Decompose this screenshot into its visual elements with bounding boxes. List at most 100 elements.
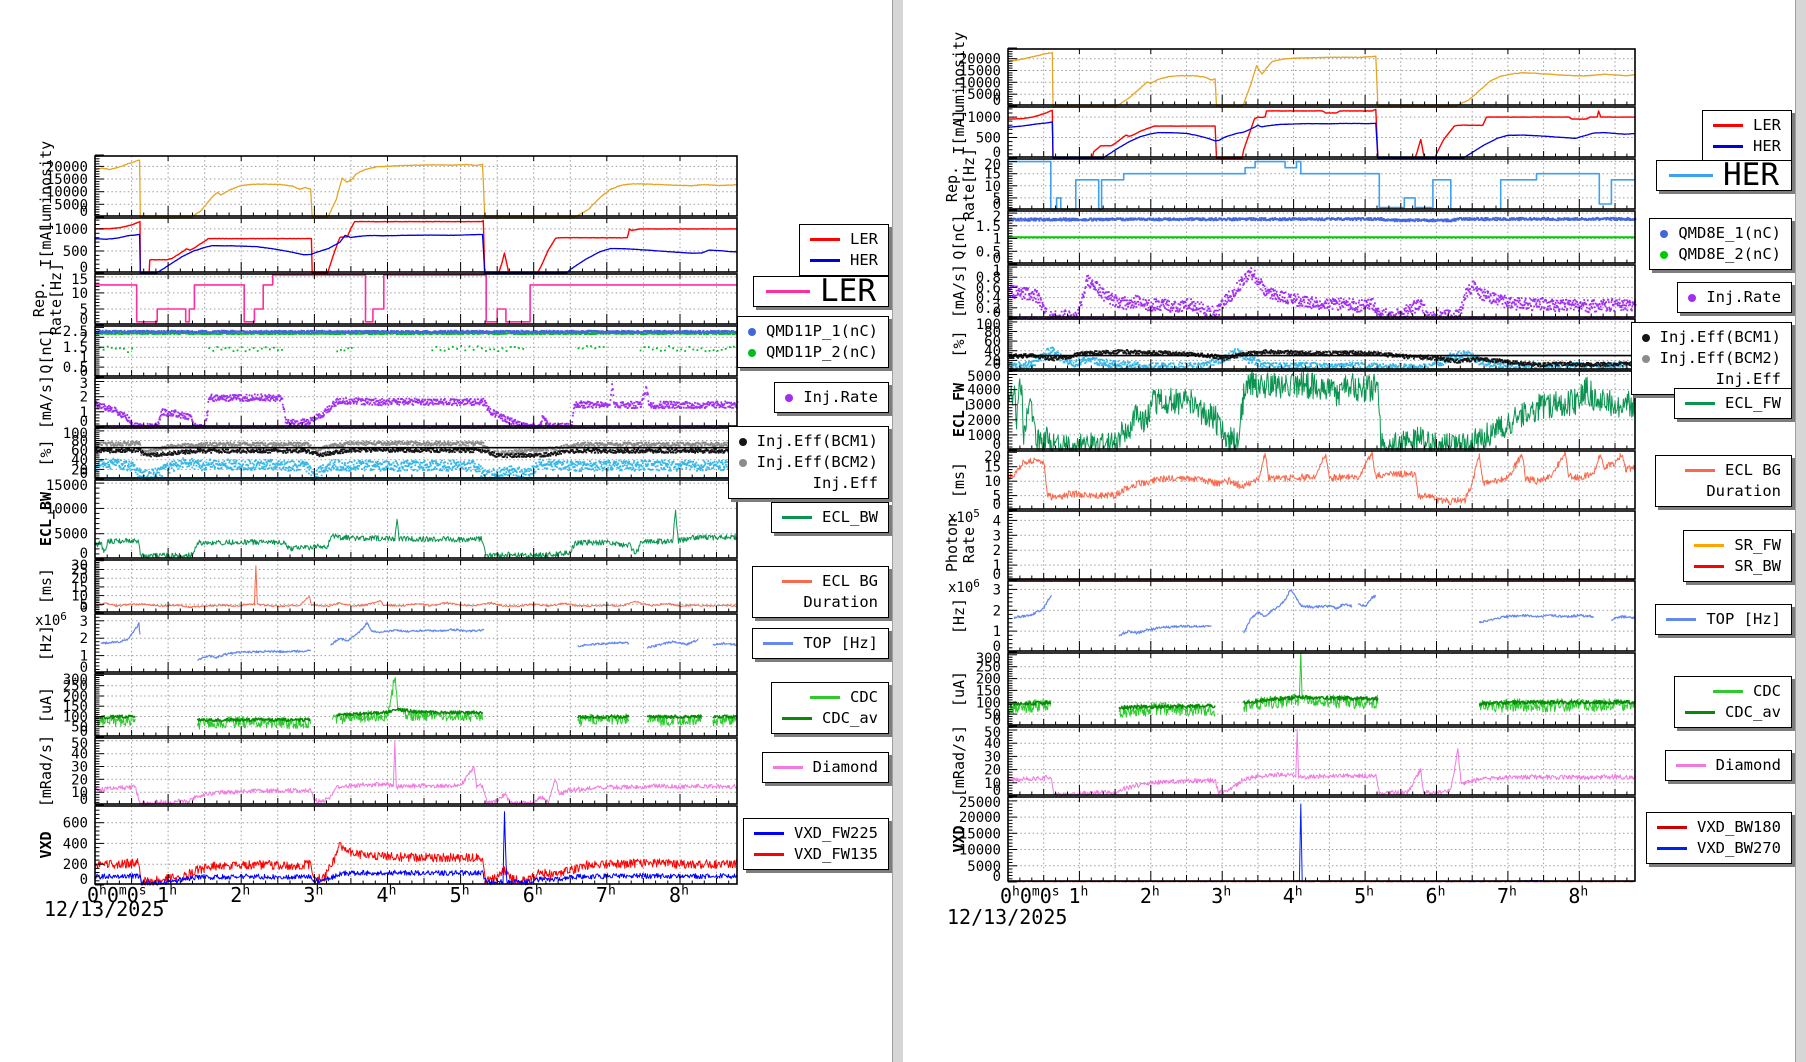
legend-line-marker	[754, 832, 784, 835]
svg-text:600: 600	[63, 816, 88, 832]
legend-line-marker	[782, 516, 812, 519]
svg-text:2: 2	[993, 543, 1001, 559]
legend-injrate: Inj.Rate	[774, 382, 889, 413]
legend-label: LER	[820, 281, 876, 302]
legend-entry: Inj.Eff(BCM1)	[739, 431, 878, 452]
legend-cdc: CDCCDC_av	[1674, 676, 1792, 728]
svg-text:I[mA]: I[mA]	[950, 109, 968, 154]
x-axis-tick-label: 5h	[450, 883, 470, 907]
x-axis-tick-label: 0h0m0s	[1000, 884, 1060, 908]
legend-label: Diamond	[1716, 755, 1781, 776]
svg-text:[Hz]: [Hz]	[950, 598, 968, 634]
svg-text:Rate: Rate	[960, 527, 978, 563]
legend-line-marker	[773, 766, 803, 769]
x-axis-tick-label: 7h	[1497, 884, 1517, 908]
plot-cdc: 050100150200250300[uA]	[944, 652, 1640, 729]
legend-dot-marker	[1660, 230, 1668, 238]
legend-entry: Inj.Eff(BCM2)	[739, 452, 878, 473]
legend-entry: SR_BW	[1694, 556, 1781, 577]
svg-text:1000: 1000	[967, 110, 1001, 126]
legend-top: TOP [Hz]	[752, 628, 889, 659]
legend-dot-marker	[785, 394, 793, 402]
svg-text:100: 100	[63, 426, 88, 442]
plot-luminosity: 05000100001500020000Luminosity	[944, 48, 1640, 109]
legend-label: Inj.Eff(BCM2)	[757, 452, 878, 473]
svg-text:1: 1	[993, 263, 1001, 279]
legend-entry: VXD_FW225	[754, 823, 878, 844]
legend-line-marker	[1713, 690, 1743, 693]
legend-vxd: VXD_FW225VXD_FW135	[743, 818, 889, 870]
legend-line-marker	[1669, 174, 1713, 177]
legend-entry: ECL_BW	[782, 507, 878, 528]
svg-text:3: 3	[993, 528, 1001, 544]
legend-entry: HER	[1713, 136, 1781, 157]
legend-entry: Duration	[763, 592, 878, 613]
svg-text:x106: x106	[35, 610, 67, 629]
legend-entry: QMD8E_2(nC)	[1660, 244, 1781, 265]
x-axis-tick-label: 6h	[523, 883, 543, 907]
svg-text:20: 20	[984, 157, 1001, 173]
legend-label: SR_BW	[1734, 556, 1781, 577]
plot-injeff: 020406080100[%]	[31, 427, 742, 482]
svg-text:I[mA]: I[mA]	[37, 222, 55, 267]
x-axis-tick-label: 1h	[1068, 884, 1088, 908]
legend-line-marker	[810, 259, 840, 262]
legend-big-ring: LER	[753, 276, 889, 307]
legend-entry: VXD_BW270	[1657, 838, 1781, 859]
legend-no-marker	[773, 482, 803, 485]
legend-label: HER	[850, 250, 878, 271]
legend-entry: CDC	[782, 687, 878, 708]
svg-text:500: 500	[976, 131, 1001, 147]
legend-eclbg: ECL BGDuration	[752, 566, 889, 618]
svg-text:2.5: 2.5	[63, 324, 88, 340]
legend-diamond: Diamond	[1665, 750, 1792, 781]
svg-text:10: 10	[71, 286, 88, 302]
legend-label: HER	[1723, 165, 1779, 186]
svg-text:Rep.: Rep.	[943, 166, 961, 202]
svg-text:x106: x106	[948, 577, 980, 596]
plot-top: 0123[Hz]x106	[31, 613, 742, 676]
svg-text:1000: 1000	[54, 222, 88, 238]
legend-line-marker	[1685, 711, 1715, 714]
x-axis-tick-label: 3h	[1211, 884, 1231, 908]
scrollbar-left-window[interactable]	[892, 0, 903, 1062]
x-axis-tick-label: 4h	[377, 883, 397, 907]
legend-line-marker	[810, 696, 840, 699]
plot-eclbg: 05101520[ms]	[944, 450, 1640, 513]
scrollbar-right-window[interactable]	[1795, 0, 1806, 1062]
legend-entry: SR_FW	[1694, 535, 1781, 556]
svg-text:Q[nC]: Q[nC]	[950, 214, 968, 259]
svg-text:Rep.: Rep.	[30, 281, 48, 317]
plot-diamond: 01020304050[mRad/s]	[944, 726, 1640, 799]
legend-label: QMD11P_1(nC)	[766, 321, 878, 342]
svg-text:Q[nC]: Q[nC]	[37, 328, 55, 373]
plot-vxd: 0500010000150002000025000VXD	[944, 796, 1640, 885]
legend-label: Inj.Eff(BCM1)	[757, 431, 878, 452]
legend-line-marker	[1694, 565, 1724, 568]
legend-dot-marker	[1642, 355, 1650, 363]
svg-text:5000: 5000	[967, 369, 1001, 385]
plot-injrate: 00.20.40.60.81[mA/s]	[944, 264, 1640, 321]
legend-label: TOP [Hz]	[803, 633, 878, 654]
legend-no-marker	[1676, 378, 1706, 381]
legend-entry: Inj.Eff	[739, 473, 878, 494]
legend-label: QMD8E_2(nC)	[1678, 244, 1781, 265]
plot-reprate: 051015Rep.Rate[Hz]	[31, 273, 742, 328]
legend-line-marker	[763, 642, 793, 645]
legend-label: Inj.Eff	[1716, 369, 1781, 390]
svg-text:[uA]: [uA]	[950, 671, 968, 707]
legend-line-marker	[1666, 618, 1696, 621]
legend-dot-marker	[748, 349, 756, 357]
legend-injeff: Inj.Eff(BCM1)Inj.Eff(BCM2)Inj.Eff	[1631, 322, 1792, 395]
svg-text:[mA/s]: [mA/s]	[950, 264, 968, 318]
legend-entry: TOP [Hz]	[1666, 609, 1781, 630]
legend-line-marker	[1713, 124, 1743, 127]
svg-text:2: 2	[993, 603, 1001, 619]
legend-line-marker	[1657, 847, 1687, 850]
svg-text:4: 4	[993, 513, 1001, 529]
legend-line-marker	[782, 580, 812, 583]
legend-entry: ECL BG	[763, 571, 878, 592]
svg-text:[ms]: [ms]	[950, 462, 968, 498]
legend-diamond: Diamond	[762, 752, 889, 783]
legend-label: VXD_BW270	[1697, 838, 1781, 859]
